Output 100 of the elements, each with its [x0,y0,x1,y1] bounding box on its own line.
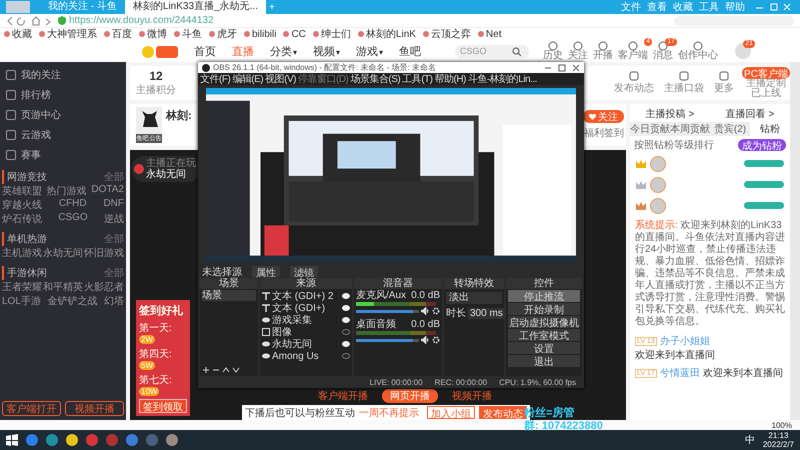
clock-time[interactable]: 21:13 [768,431,788,440]
settings-icon[interactable] [432,307,440,315]
speaker-icon[interactable] [421,336,430,344]
nav-item[interactable]: 视频▾ [313,44,340,58]
category-link[interactable]: 怀旧游戏 [84,246,124,260]
stream-mode-tab[interactable]: 视频开播 [444,389,500,403]
more-link[interactable]: 全部 [104,266,124,280]
sidebar-button[interactable]: 视频开播 [65,401,124,416]
menu-item[interactable]: 工具(T) [402,72,432,86]
category-link[interactable]: 永劫无间 [43,246,83,260]
transition-dropdown[interactable]: 淡出 [446,292,502,304]
sidebar-button[interactable]: 客户端打开 [2,401,61,416]
header-link[interactable]: 关注 [568,41,588,61]
category-link[interactable]: 火影忍者 [84,280,124,294]
header-link[interactable]: 历史 [543,41,564,61]
bookmark[interactable]: Net [478,28,502,40]
nav-item[interactable]: 首页 [194,44,216,58]
app-icon[interactable] [46,434,58,446]
bookmark[interactable]: 微博 [139,28,167,40]
bookmark[interactable]: 大神管理系 [39,28,97,40]
control-button[interactable]: 停止推流 [508,290,580,302]
zoom-level[interactable]: 100% [772,420,792,430]
windows-logo-icon[interactable] [6,434,18,446]
control-button[interactable]: 退出 [508,355,580,367]
rank-tab[interactable]: 今日贡献 [630,122,670,136]
bookmark[interactable]: 虎牙 [209,28,237,40]
category-link[interactable]: CSGO [58,212,88,226]
browser-tab[interactable]: 我的关注 - 斗鱼 [40,0,125,14]
bookmark[interactable]: 林刻的LinK [358,28,416,40]
menu-item[interactable]: 查看 [647,0,667,14]
source-item[interactable]: 永劫无间 [272,338,340,350]
user-name[interactable]: 兮情蓝田 [660,366,700,380]
bookmark[interactable]: 百度 [104,28,132,40]
sidebar-item[interactable]: 页游中心 [2,106,124,124]
control-button[interactable]: 启动虚拟摄像机 [508,316,580,328]
browser-search-field[interactable] [674,16,794,26]
nav-item[interactable]: 分类▾ [270,44,298,58]
category-link[interactable]: 幻塔 [104,294,124,308]
menu-item[interactable]: 工具 [699,0,719,14]
source-item[interactable]: 文本 (GDI+) 2 [272,290,340,302]
source-item[interactable]: 图像 [272,326,340,338]
control-button[interactable]: 工作室模式 [508,329,580,341]
studio-action[interactable]: 发布动态 [614,71,654,95]
category-link[interactable]: DOTA2 [91,184,124,198]
category-link[interactable]: 穿越火线 [2,198,42,212]
bookmark[interactable]: 斗鱼 [174,28,202,40]
bookmark[interactable]: 云顶之弈 [422,28,471,40]
rank-tab[interactable]: 本周贡献 [670,122,710,136]
category-link[interactable]: 王者荣耀 [2,280,42,294]
control-button[interactable]: 开始录制 [508,303,580,315]
sidebar-item[interactable]: 排行榜 [2,86,124,104]
menu-item[interactable]: 文件 [621,0,641,14]
tab-thumbnail[interactable] [6,1,30,13]
popup-button[interactable]: 加入小组 [427,406,475,419]
app-icon[interactable] [26,434,38,446]
stream-mode-tab[interactable]: 客户端开播 [310,389,376,403]
user-name[interactable]: 办子小姐姐 [660,334,710,348]
menu-item[interactable]: 帮助(H) [434,72,466,86]
category-link[interactable]: 金铲铲之战 [47,294,98,308]
header-link[interactable]: 创作中心 [678,41,718,61]
follow-button[interactable]: 关注 [583,110,624,123]
bookmark[interactable]: bilibili [244,28,276,40]
sidebar-item[interactable]: 云游戏 [2,126,124,144]
source-tab[interactable]: 属性 [252,266,280,277]
speaker-icon[interactable] [421,307,430,315]
app-icon[interactable] [66,434,78,446]
category-link[interactable]: 逆战 [104,212,124,226]
join-button[interactable]: 成为钻粉 [738,139,786,151]
chat-header-link[interactable]: 主播投稿 > [646,107,694,120]
header-link[interactable]: 开播 [593,41,614,61]
category-link[interactable]: 英雄联盟 [2,184,42,198]
nav-item[interactable]: 鱼吧 [399,44,422,58]
bookmark[interactable]: CC [283,28,306,40]
input-method[interactable]: 中 [744,433,755,447]
source-tab[interactable]: 滤镜 [290,266,318,277]
dismiss-link[interactable]: 一周不再提示 [359,406,419,420]
menu-item[interactable]: 编辑(E) [232,72,264,86]
source-item[interactable]: 游戏采集 [272,314,340,326]
new-tab-button[interactable]: + [266,2,278,12]
category-link[interactable]: DNF [103,198,124,212]
menu-item[interactable]: 斗鱼-林刻的Lin... [468,72,537,86]
studio-action[interactable]: 主播口袋 [664,71,704,95]
bookmark[interactable]: 收藏 [4,28,32,40]
chat-header-link[interactable]: 直播回看 > [726,107,774,120]
studio-action[interactable]: 更多 [714,71,734,95]
more-link[interactable]: 全部 [104,232,124,246]
pc-client-button[interactable]: PC客户端 [742,67,790,79]
category-link[interactable]: 主机游戏 [2,246,42,260]
app-icon[interactable] [126,434,138,446]
clock-date[interactable]: 2022/2/7 [762,440,794,449]
menu-item[interactable]: 文件(F) [200,72,230,86]
source-item[interactable]: Among Us [272,350,340,362]
category-link[interactable]: 和平精英 [43,280,83,294]
browser-tab[interactable]: 林刻的LinK33直播_永劫无... [124,0,266,14]
category-link[interactable]: 热门游戏 [46,184,87,198]
more-link[interactable]: 全部 [104,170,124,184]
nav-item[interactable]: 游戏▾ [356,44,384,58]
app-icon[interactable] [166,434,178,446]
bookmark[interactable]: 绅士们 [312,28,351,40]
settings-icon[interactable] [432,336,440,344]
